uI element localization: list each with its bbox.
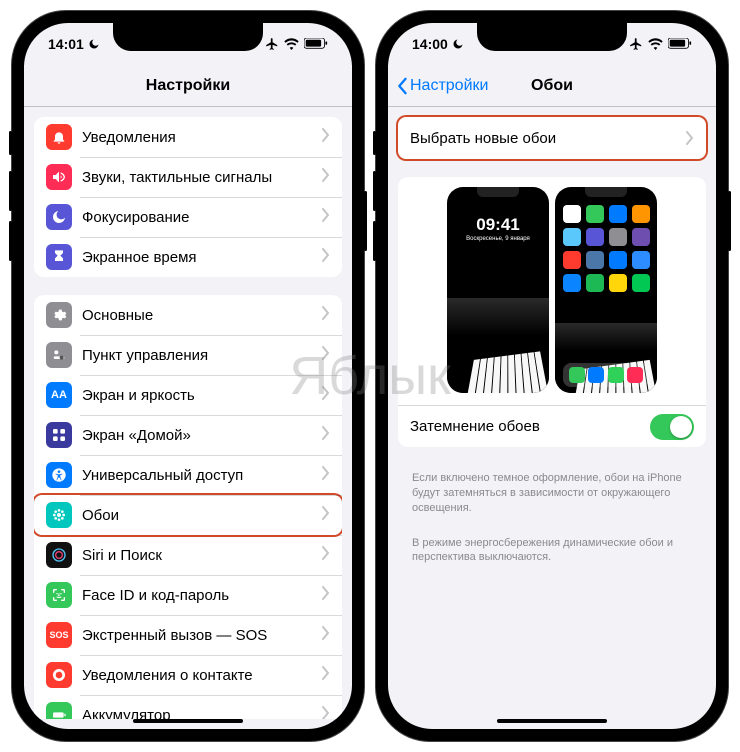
- contact-icon: [46, 662, 72, 688]
- access-icon: [46, 462, 72, 488]
- chevron-right-icon: [322, 506, 330, 525]
- chevron-right-icon: [322, 248, 330, 267]
- row-label: Обои: [82, 507, 322, 524]
- settings-row-battery[interactable]: Аккумулятор: [34, 695, 342, 719]
- chevron-right-icon: [322, 426, 330, 445]
- row-label: Уведомления: [82, 129, 322, 146]
- faceid-icon: [46, 582, 72, 608]
- notch: [477, 23, 627, 51]
- lock-preview-date: Воскресенье, 9 января: [447, 236, 549, 242]
- row-label: Фокусирование: [82, 209, 322, 226]
- battery-icon: [304, 38, 328, 50]
- lock-preview-time: 09:41: [447, 215, 549, 235]
- chevron-right-icon: [322, 586, 330, 605]
- footnote-1: Если включено темное оформление, обои на…: [398, 465, 706, 516]
- chevron-right-icon: [322, 466, 330, 485]
- chevron-right-icon: [322, 626, 330, 645]
- home-indicator[interactable]: [133, 719, 243, 723]
- row-label: Звуки, тактильные сигналы: [82, 169, 322, 186]
- back-label: Настройки: [410, 77, 488, 95]
- battery-icon: [668, 38, 692, 50]
- settings-row-access[interactable]: Универсальный доступ: [34, 455, 342, 495]
- settings-row-speaker[interactable]: Звуки, тактильные сигналы: [34, 157, 342, 197]
- row-label: Экстренный вызов — SOS: [82, 627, 322, 644]
- moon-icon: [46, 204, 72, 230]
- chevron-right-icon: [322, 386, 330, 405]
- wifi-icon: [284, 38, 299, 50]
- lock-screen-preview[interactable]: 09:41 Воскресенье, 9 января: [447, 187, 549, 393]
- settings-row-gear[interactable]: Основные: [34, 295, 342, 335]
- status-time: 14:00: [412, 36, 448, 52]
- settings-row-AA[interactable]: AA Экран и яркость: [34, 375, 342, 415]
- settings-row-flower[interactable]: Обои: [34, 495, 342, 535]
- row-label: Универсальный доступ: [82, 467, 322, 484]
- chevron-left-icon: [396, 77, 408, 95]
- flower-icon: [46, 502, 72, 528]
- SOS-icon: SOS: [46, 622, 72, 648]
- siri-icon: [46, 542, 72, 568]
- home-screen-preview[interactable]: [555, 187, 657, 393]
- chevron-right-icon: [686, 131, 694, 145]
- settings-group-2: Основные Пункт управления AA Экран и яркост…: [34, 295, 342, 719]
- phone-right: 14:00 Настройки Обои В: [376, 11, 728, 741]
- row-label: Face ID и код-пароль: [82, 587, 322, 604]
- settings-row-hourglass[interactable]: Экранное время: [34, 237, 342, 277]
- settings-row-bell[interactable]: Уведомления: [34, 117, 342, 157]
- chevron-right-icon: [322, 666, 330, 685]
- status-time: 14:01: [48, 36, 84, 52]
- home-indicator[interactable]: [497, 719, 607, 723]
- chevron-right-icon: [322, 128, 330, 147]
- nav-bar: Настройки Обои: [388, 65, 716, 107]
- chevron-right-icon: [322, 706, 330, 720]
- airplane-icon: [629, 37, 643, 51]
- settings-row-switches[interactable]: Пункт управления: [34, 335, 342, 375]
- settings-row-faceid[interactable]: Face ID и код-пароль: [34, 575, 342, 615]
- row-label: Аккумулятор: [82, 707, 322, 720]
- switches-icon: [46, 342, 72, 368]
- chevron-right-icon: [322, 168, 330, 187]
- nav-title: Обои: [531, 77, 573, 95]
- airplane-icon: [265, 37, 279, 51]
- phone-left: 14:01 Настройки Уведомления Звуки, тактил…: [12, 11, 364, 741]
- dimming-toggle[interactable]: [650, 414, 694, 440]
- hourglass-icon: [46, 244, 72, 270]
- back-button[interactable]: Настройки: [396, 77, 488, 95]
- chevron-right-icon: [322, 306, 330, 325]
- row-label: Экранное время: [82, 249, 322, 266]
- chevron-right-icon: [322, 208, 330, 227]
- settings-row-SOS[interactable]: SOS Экстренный вызов — SOS: [34, 615, 342, 655]
- choose-wallpaper-group: Выбрать новые обои: [398, 117, 706, 159]
- AA-icon: AA: [46, 382, 72, 408]
- settings-row-grid[interactable]: Экран «Домой»: [34, 415, 342, 455]
- battery-icon: [46, 702, 72, 719]
- gear-icon: [46, 302, 72, 328]
- footnote-2: В режиме энергосбережения динамические о…: [398, 530, 706, 566]
- speaker-icon: [46, 164, 72, 190]
- chevron-right-icon: [322, 346, 330, 365]
- choose-wallpaper-label: Выбрать новые обои: [410, 130, 686, 147]
- settings-group-1: Уведомления Звуки, тактильные сигналы Фоку…: [34, 117, 342, 277]
- bell-icon: [46, 124, 72, 150]
- settings-row-siri[interactable]: Siri и Поиск: [34, 535, 342, 575]
- notch: [113, 23, 263, 51]
- settings-row-contact[interactable]: Уведомления о контакте: [34, 655, 342, 695]
- row-label: Основные: [82, 307, 322, 324]
- row-label: Пункт управления: [82, 347, 322, 364]
- choose-wallpaper-row[interactable]: Выбрать новые обои: [398, 117, 706, 159]
- row-label: Siri и Поиск: [82, 547, 322, 564]
- nav-bar: Настройки: [24, 65, 352, 107]
- moon-icon: [452, 38, 464, 50]
- wifi-icon: [648, 38, 663, 50]
- nav-title: Настройки: [146, 77, 230, 95]
- row-label: Экран «Домой»: [82, 427, 322, 444]
- row-label: Экран и яркость: [82, 387, 322, 404]
- chevron-right-icon: [322, 546, 330, 565]
- row-label: Уведомления о контакте: [82, 667, 322, 684]
- settings-row-moon[interactable]: Фокусирование: [34, 197, 342, 237]
- dimming-label: Затемнение обоев: [410, 418, 650, 435]
- grid-icon: [46, 422, 72, 448]
- moon-icon: [88, 38, 100, 50]
- wallpaper-preview-group: 09:41 Воскресенье, 9 января: [398, 177, 706, 447]
